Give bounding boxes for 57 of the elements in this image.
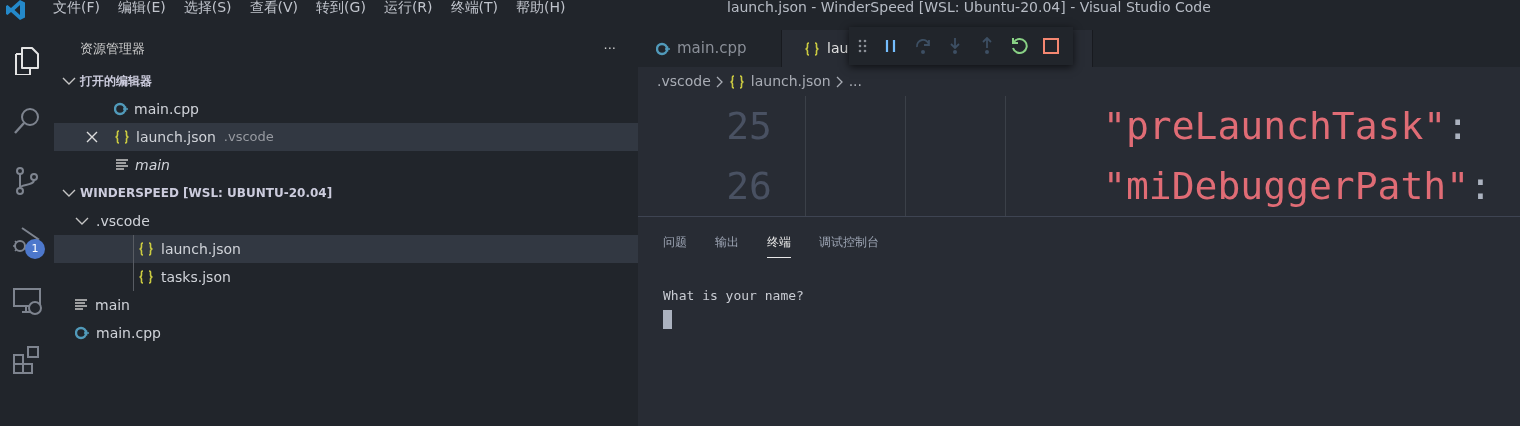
files-icon[interactable] — [12, 45, 42, 75]
lines-icon — [75, 299, 88, 311]
code-key: "preLaunchTask" — [1103, 97, 1447, 155]
tree-item[interactable]: .vscode — [54, 207, 638, 235]
lines-icon — [116, 159, 129, 171]
code-colon: : — [1446, 102, 1470, 150]
braces-icon — [728, 73, 745, 90]
restart-icon[interactable] — [1010, 37, 1028, 55]
tree-item[interactable]: tasks.json — [54, 263, 638, 291]
menu-item[interactable]: 文件(F) — [44, 0, 109, 14]
menu-item[interactable]: 转到(G) — [307, 0, 375, 14]
braces-icon — [804, 40, 820, 57]
file-icon — [75, 326, 89, 340]
menu-item[interactable]: 终端(T) — [441, 0, 507, 14]
file-icon — [114, 102, 128, 116]
menu-item[interactable]: 查看(V) — [240, 0, 308, 14]
open-editor-item[interactable]: main.cpp — [54, 95, 638, 123]
menu-item[interactable]: 运行(R) — [374, 0, 442, 14]
braces-icon — [138, 241, 154, 257]
menu-item[interactable]: 编辑(E) — [109, 0, 175, 14]
panel-tab[interactable]: 终端 — [767, 233, 791, 258]
badge: 1 — [25, 239, 45, 259]
braces-icon — [114, 129, 130, 145]
braces-icon — [138, 269, 154, 285]
search-icon[interactable] — [12, 105, 42, 135]
editor-tab[interactable]: lau — [782, 30, 848, 67]
chevron-right-icon — [835, 75, 844, 88]
breadcrumb-item[interactable]: ... — [848, 71, 862, 92]
breadcrumb-item[interactable]: .vscode — [657, 71, 711, 92]
file-name: main — [135, 155, 170, 175]
file-icon — [656, 41, 670, 56]
run-debug-icon[interactable] — [12, 225, 42, 255]
code-colon: : — [1469, 162, 1492, 210]
logo-icon — [6, 0, 26, 20]
open-editor-item[interactable]: main — [54, 151, 638, 179]
tree-item[interactable]: main.cpp — [54, 319, 638, 347]
window-title: launch.json - WinderSpeed [WSL: Ubuntu-20.04] - Visual Studio Code — [727, 0, 1211, 14]
code-key: "miDebuggerPath" — [1103, 157, 1470, 215]
menu-item[interactable]: 帮助(H) — [507, 0, 575, 14]
file-name: main.cpp — [134, 99, 199, 119]
monitor-icon[interactable] — [12, 285, 42, 315]
panel-tab[interactable]: 问题 — [663, 233, 687, 258]
terminal-text: What is your name? — [663, 287, 805, 305]
panel-tab[interactable]: 输出 — [715, 233, 739, 258]
menu-item[interactable]: 选择(S) — [174, 0, 241, 14]
sidebar-title: 资源管理器 — [80, 39, 145, 58]
stop-icon[interactable] — [1042, 37, 1060, 55]
close-icon[interactable] — [86, 131, 98, 143]
extensions-icon[interactable] — [12, 345, 42, 375]
file-name: launch.json — [136, 127, 216, 147]
tree-item[interactable]: launch.json — [54, 235, 638, 263]
more-button[interactable]: ··· — [603, 38, 616, 59]
open-editor-item[interactable]: launch.json .vscode — [54, 123, 638, 151]
chevron-right-icon — [715, 75, 724, 88]
tree-item[interactable]: main — [54, 291, 638, 319]
panel-tab[interactable]: 调试控制台 — [819, 233, 879, 258]
breadcrumb-item[interactable]: launch.json — [728, 71, 831, 92]
